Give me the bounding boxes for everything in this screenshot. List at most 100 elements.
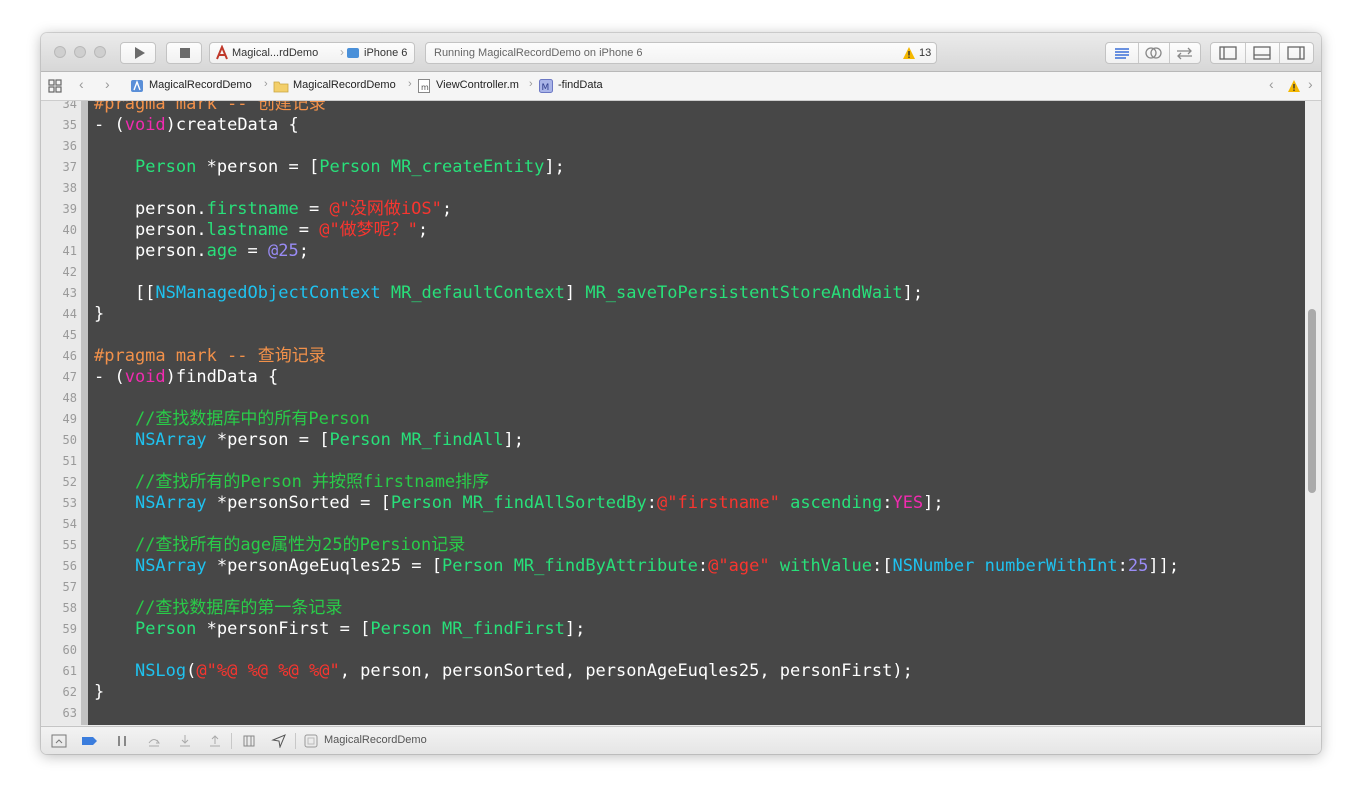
line-number[interactable]: 47 xyxy=(41,367,77,388)
line-number[interactable]: 52 xyxy=(41,472,77,493)
breadcrumb-group[interactable]: MagicalRecordDemo xyxy=(293,79,396,91)
pause-icon[interactable] xyxy=(114,734,130,748)
code-token: numberWithInt xyxy=(984,556,1118,576)
code-line[interactable] xyxy=(94,640,1179,661)
code-line[interactable]: person.age = @25; xyxy=(94,241,1179,262)
code-line[interactable]: Person *personFirst = [Person MR_findFir… xyxy=(94,619,1179,640)
step-out-icon[interactable] xyxy=(207,734,223,748)
warning-count[interactable]: 13 xyxy=(919,47,931,59)
related-items-icon[interactable] xyxy=(48,79,62,93)
line-number[interactable]: 35 xyxy=(41,115,77,136)
code-line[interactable]: NSLog(@"%@ %@ %@ %@", person, personSort… xyxy=(94,661,1179,682)
run-button[interactable] xyxy=(120,42,156,64)
line-number[interactable]: 44 xyxy=(41,304,77,325)
code-line[interactable]: - (void)findData { xyxy=(94,367,1179,388)
line-number[interactable]: 62 xyxy=(41,682,77,703)
back-arrow-icon[interactable]: ‹ xyxy=(79,76,84,92)
code-line[interactable] xyxy=(94,136,1179,157)
debug-process-label[interactable]: MagicalRecordDemo xyxy=(324,734,427,746)
code-line[interactable]: Person *person = [Person MR_createEntity… xyxy=(94,157,1179,178)
toggle-debug-area-button[interactable] xyxy=(1245,43,1280,63)
line-number[interactable]: 63 xyxy=(41,703,77,724)
toggle-navigator-button[interactable] xyxy=(1211,43,1246,63)
code-line[interactable]: NSArray *personSorted = [Person MR_findA… xyxy=(94,493,1179,514)
code-lines[interactable]: #pragma mark -- 创建记录 - (void)createData {… xyxy=(94,101,1179,724)
line-number[interactable]: 36 xyxy=(41,136,77,157)
code-line[interactable] xyxy=(94,325,1179,346)
standard-editor-button[interactable] xyxy=(1106,43,1139,63)
forward-arrow-icon[interactable]: › xyxy=(105,76,110,92)
code-line[interactable] xyxy=(94,262,1179,283)
stop-button[interactable] xyxy=(166,42,202,64)
issue-warning-icon[interactable] xyxy=(1287,79,1301,93)
code-line[interactable]: } xyxy=(94,304,1179,325)
minimize-window-button[interactable] xyxy=(74,46,86,58)
version-editor-button[interactable] xyxy=(1169,43,1200,63)
code-line[interactable]: #pragma mark -- 查询记录 xyxy=(94,346,1179,367)
code-token: Person xyxy=(319,157,381,177)
code-line[interactable] xyxy=(94,388,1179,409)
code-line[interactable]: [[NSManagedObjectContext MR_defaultConte… xyxy=(94,283,1179,304)
view-debugging-icon[interactable] xyxy=(241,734,257,748)
step-into-icon[interactable] xyxy=(177,734,193,748)
scrollbar-thumb[interactable] xyxy=(1308,309,1316,493)
line-number[interactable]: 34 xyxy=(41,101,77,115)
code-line[interactable]: NSArray *person = [Person MR_findAll]; xyxy=(94,430,1179,451)
assistant-editor-button[interactable] xyxy=(1138,43,1170,63)
toggle-utilities-button[interactable] xyxy=(1279,43,1313,63)
code-line[interactable]: } xyxy=(94,682,1179,703)
simulate-location-icon[interactable] xyxy=(271,734,287,748)
code-line[interactable]: //查找数据库的第一条记录 xyxy=(94,598,1179,619)
code-line[interactable]: #pragma mark -- 创建记录 xyxy=(94,101,1179,115)
code-folding-ribbon[interactable] xyxy=(81,101,88,725)
line-number[interactable]: 42 xyxy=(41,262,77,283)
step-over-icon[interactable] xyxy=(146,734,162,748)
line-number[interactable]: 58 xyxy=(41,598,77,619)
code-line[interactable] xyxy=(94,514,1179,535)
code-line[interactable] xyxy=(94,451,1179,472)
line-number[interactable]: 38 xyxy=(41,178,77,199)
scheme-selector[interactable]: Magical...rdDemo › iPhone 6 xyxy=(209,42,415,64)
source-editor[interactable]: 34 35 36 37 38 39 40 41 42 43 44 45 46 47 48 49 50 51 52 53… xyxy=(41,101,1321,725)
code-line[interactable]: person.lastname = @"做梦呢？"; xyxy=(94,220,1179,241)
breadcrumb-method[interactable]: -findData xyxy=(558,79,603,91)
line-number[interactable]: 50 xyxy=(41,430,77,451)
code-line[interactable] xyxy=(94,178,1179,199)
code-line[interactable]: //查找数据库中的所有Person xyxy=(94,409,1179,430)
line-number[interactable]: 40 xyxy=(41,220,77,241)
code-line[interactable]: //查找所有的age属性为25的Persion记录 xyxy=(94,535,1179,556)
code-line[interactable]: person.firstname = @"没网做iOS"; xyxy=(94,199,1179,220)
line-number[interactable]: 48 xyxy=(41,388,77,409)
line-number[interactable]: 41 xyxy=(41,241,77,262)
zoom-window-button[interactable] xyxy=(94,46,106,58)
breadcrumb-file[interactable]: ViewController.m xyxy=(436,79,519,91)
line-number[interactable]: 61 xyxy=(41,661,77,682)
code-line[interactable]: //查找所有的Person 并按照firstname排序 xyxy=(94,472,1179,493)
breadcrumb-project[interactable]: MagicalRecordDemo xyxy=(149,79,252,91)
line-number[interactable]: 37 xyxy=(41,157,77,178)
hide-debug-area-icon[interactable] xyxy=(51,734,67,748)
line-number[interactable]: 39 xyxy=(41,199,77,220)
next-issue-icon[interactable]: › xyxy=(1308,76,1313,92)
line-number[interactable]: 53 xyxy=(41,493,77,514)
code-line[interactable] xyxy=(94,703,1179,724)
code-token: person. xyxy=(94,199,207,219)
line-number[interactable]: 43 xyxy=(41,283,77,304)
code-line[interactable]: - (void)createData { xyxy=(94,115,1179,136)
line-number[interactable]: 51 xyxy=(41,451,77,472)
line-number[interactable]: 56 xyxy=(41,556,77,577)
previous-issue-icon[interactable]: ‹ xyxy=(1269,76,1274,92)
code-line[interactable]: NSArray *personAgeEuqles25 = [Person MR_… xyxy=(94,556,1179,577)
line-number[interactable]: 57 xyxy=(41,577,77,598)
line-number[interactable]: 49 xyxy=(41,409,77,430)
line-number[interactable]: 54 xyxy=(41,514,77,535)
line-number[interactable]: 59 xyxy=(41,619,77,640)
line-number[interactable]: 55 xyxy=(41,535,77,556)
line-number[interactable]: 46 xyxy=(41,346,77,367)
line-number[interactable]: 45 xyxy=(41,325,77,346)
line-number[interactable]: 60 xyxy=(41,640,77,661)
close-window-button[interactable] xyxy=(54,46,66,58)
code-line[interactable] xyxy=(94,577,1179,598)
breakpoints-icon[interactable] xyxy=(81,734,99,748)
editor-mode-control xyxy=(1105,42,1201,64)
